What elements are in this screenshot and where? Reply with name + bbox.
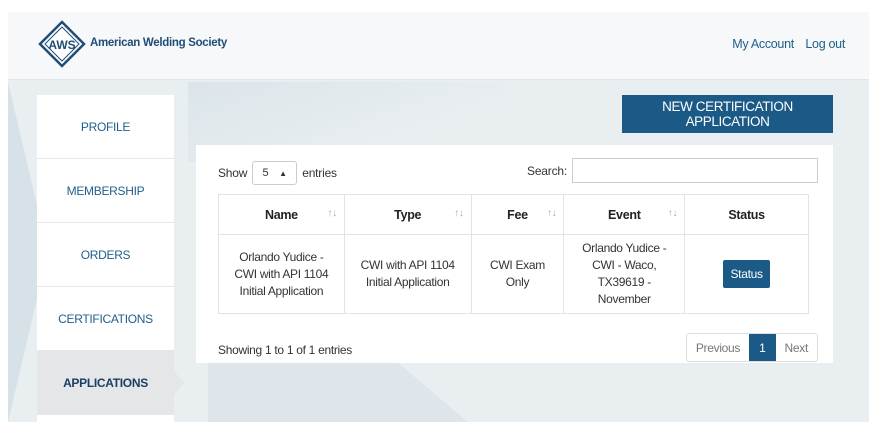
cell-type: CWI with API 1104 Initial Application [343,234,472,314]
search-label: Search: [527,163,567,178]
pagination: Previous 1 Next [685,333,818,362]
account-links: My Account Log out [724,37,845,51]
sort-icon: ↑↓ [546,208,557,219]
aws-logo-icon: AWS [38,20,86,68]
status-button[interactable]: Status [723,260,771,288]
show-label: Show [218,166,248,180]
sidebar-item-applications[interactable]: APPLICATIONS [37,351,184,415]
new-certification-application-button[interactable]: NEW CERTIFICATION APPLICATION [622,95,833,133]
applications-table: Name ↑↓ Type ↑↓ Fee ↑↓ Event ↑↓ Status Orlan… [218,194,809,314]
aws-logo[interactable]: AWS [38,20,86,68]
cell-name: Orlando Yudice - CWI with API 1104 Initi… [218,234,345,314]
cell-event: Orlando Yudice - CWI - Waco, TX39619 - N… [563,234,686,314]
next-page-button[interactable]: Next [776,334,817,361]
sidebar-item-profile[interactable]: PROFILE [37,95,174,159]
column-header-event[interactable]: Event ↑↓ [563,194,686,235]
page-button-1[interactable]: 1 [749,334,776,361]
entries-label: entries [302,166,337,180]
sidebar-item-membership[interactable]: MEMBERSHIP [37,159,174,223]
sidebar-item-orders[interactable]: ORDERS [37,223,174,287]
my-account-link[interactable]: My Account [732,37,794,51]
entries-length-control: Show 5 ▲︎ entries [218,161,337,185]
sort-icon: ↑↓ [667,208,678,219]
sidebar-nav: PROFILE MEMBERSHIP ORDERS CERTIFICATIONS… [37,95,184,422]
sort-icon: ↑↓ [327,208,337,219]
sidebar-item-certifications[interactable]: CERTIFICATIONS [37,287,174,351]
column-header-name[interactable]: Name ↑↓ [218,194,345,235]
sort-arrows-icon: ▲︎ [279,168,287,178]
column-header-type[interactable]: Type ↑↓ [343,194,472,235]
applications-panel: Show 5 ▲︎ entries Search: Name ↑↓ Type ↑↓ … [196,145,833,363]
table-header-row: Name ↑↓ Type ↑↓ Fee ↑↓ Event ↑↓ Status [218,194,809,235]
sort-icon: ↑↓ [454,208,464,219]
org-name[interactable]: American Welding Society [90,37,227,49]
logo-text: AWS [48,38,75,52]
table-info: Showing 1 to 1 of 1 entries [218,343,352,357]
search-control: Search: [527,158,818,183]
app-frame: AWS American Welding Society My Account … [8,12,869,422]
previous-page-button[interactable]: Previous [687,334,749,361]
column-header-fee[interactable]: Fee ↑↓ [470,194,565,235]
column-header-status: Status [684,194,809,235]
cell-fee: CWI Exam Only [470,234,565,314]
sidebar-item-next[interactable] [37,415,174,422]
log-out-link[interactable]: Log out [805,37,845,51]
site-header: AWS American Welding Society My Account … [8,12,869,80]
entries-select-value: 5 [262,167,269,179]
table-row: Orlando Yudice - CWI with API 1104 Initi… [218,234,809,314]
cell-status: Status [684,234,809,314]
entries-select[interactable]: 5 ▲︎ [252,161,298,185]
search-input[interactable] [572,158,818,183]
